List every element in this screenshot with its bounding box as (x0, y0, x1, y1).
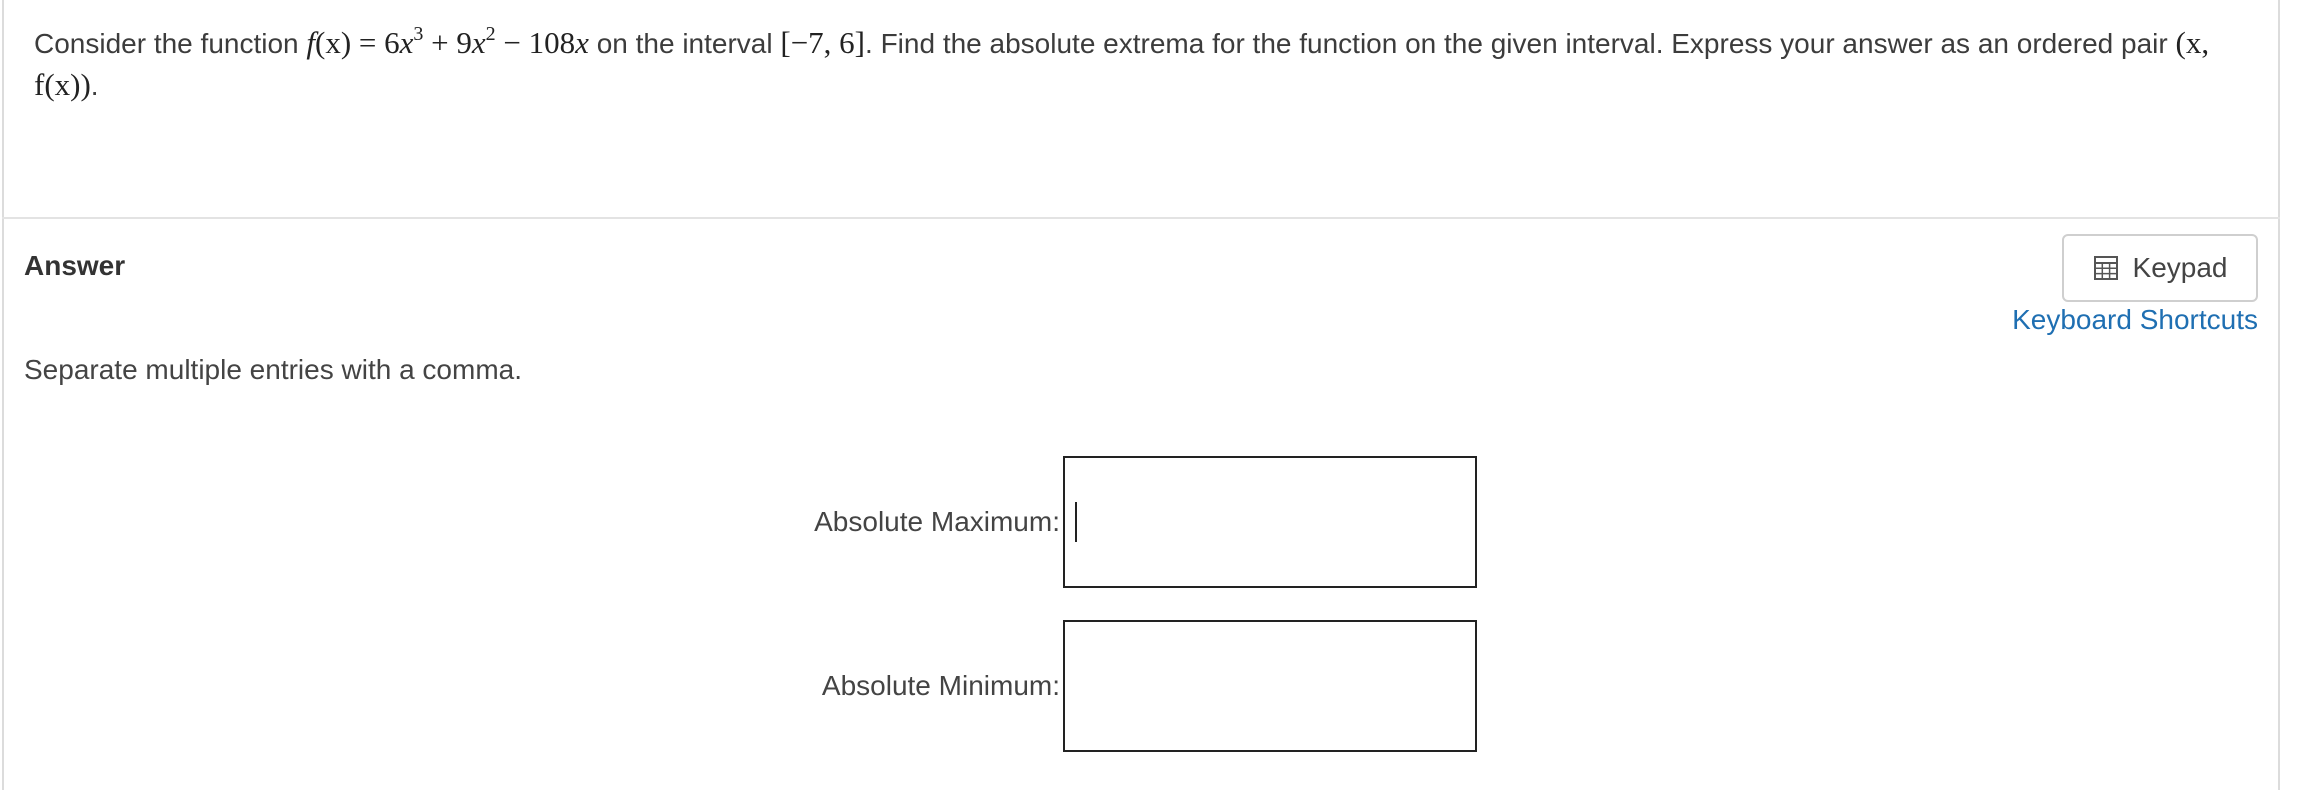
question-lead: Consider the function (34, 28, 299, 59)
answer-heading: Answer (24, 250, 126, 281)
absolute-minimum-input[interactable] (1063, 620, 1477, 752)
keypad-button[interactable]: Keypad (2062, 234, 2258, 302)
interval-expression: [−7, 6] (780, 25, 866, 60)
question-mid: on the interval (588, 28, 781, 59)
question-text: Consider the function f(x) = 6x3 + 9x2 −… (34, 22, 2210, 102)
function-expression: f(x) = 6x3 + 9x2 − 108x (306, 22, 589, 60)
calculator-icon (2093, 256, 2118, 280)
keypad-label: Keypad (2132, 252, 2228, 283)
section-divider (2, 217, 2280, 219)
text-caret (1075, 502, 1077, 542)
absolute-minimum-label: Absolute Minimum: (821, 670, 1060, 701)
entry-instruction: Separate multiple entries with a comma. (24, 354, 522, 385)
keyboard-shortcuts-link[interactable]: Keyboard Shortcuts (2003, 304, 2258, 336)
question-tail: . Find the absolute extrema for the func… (865, 28, 2176, 59)
absolute-maximum-input[interactable] (1063, 456, 1477, 588)
absolute-maximum-label: Absolute Maximum: (814, 506, 1060, 537)
